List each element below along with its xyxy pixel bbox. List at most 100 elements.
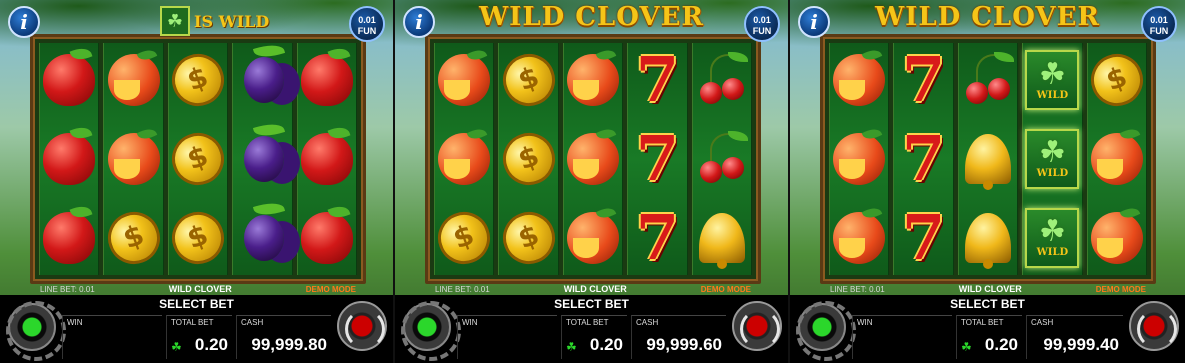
meters: WIN TOTAL BET ☘ 0.20 CASH 99,999.60 xyxy=(457,315,726,359)
clover-icon: ☘ xyxy=(1038,215,1066,249)
spin-button[interactable] xyxy=(337,301,387,351)
peach-symbol xyxy=(833,54,886,107)
coin-symbol: $ xyxy=(495,125,562,193)
settings-gear-button[interactable] xyxy=(401,301,461,361)
win-label: WIN xyxy=(67,318,83,327)
total-bet-value: 0.20 xyxy=(194,335,228,354)
reel-cell xyxy=(1088,122,1146,197)
cherry-fruit xyxy=(721,156,744,179)
peach-symbol xyxy=(1090,132,1143,185)
reel-5 xyxy=(691,43,752,275)
reel-cell: $ xyxy=(495,200,562,275)
select-bet-button[interactable]: SELECT BET xyxy=(0,297,393,311)
total-bet-label: TOTAL BET xyxy=(961,318,1004,327)
screenshot-strip: i 0.01 FUN ☘ IS WILD $ $ $ $ LINE BET: 0.01 WILD C… xyxy=(0,0,1185,363)
total-bet-meter[interactable]: TOTAL BET ☘ 0.20 xyxy=(561,315,627,359)
info-button[interactable]: i xyxy=(798,6,830,38)
reel-4: 777 xyxy=(627,43,688,275)
reel-cell: $ xyxy=(164,200,232,275)
reel-cell: 7 xyxy=(894,200,952,275)
reel-cell: $ xyxy=(164,122,232,197)
bell-symbol xyxy=(964,212,1011,269)
reel-cell: $ xyxy=(430,200,498,275)
fun-balance-badge[interactable]: 0.01 FUN xyxy=(744,6,780,42)
spin-button[interactable] xyxy=(1129,301,1179,351)
cherry-fruit xyxy=(965,82,988,105)
wild-label: WILD xyxy=(1036,247,1069,259)
settings-gear-button[interactable] xyxy=(6,301,66,361)
cash-label: CASH xyxy=(1031,318,1054,327)
reel-cell: $ xyxy=(495,43,562,118)
reels-grid: $ $ $ $7 7 7 xyxy=(430,43,752,275)
demo-mode-text: DEMO MODE xyxy=(700,284,751,294)
line-bet-text: LINE BET: 0.01 xyxy=(435,284,490,294)
total-bet-meter[interactable]: TOTAL BET ☘ 0.20 xyxy=(166,315,232,359)
coin-symbol: $ xyxy=(164,204,232,271)
apple-symbol xyxy=(43,54,96,107)
peach-symbol xyxy=(566,132,619,185)
line-bet-text: LINE BET: 0.01 xyxy=(830,284,885,294)
reel-cell xyxy=(104,122,162,197)
reel-cell xyxy=(435,122,493,197)
settings-gear-button[interactable] xyxy=(796,301,856,361)
info-button[interactable]: i xyxy=(403,6,435,38)
reel-5 xyxy=(296,43,357,275)
win-meter: WIN xyxy=(62,315,162,359)
reel-cell xyxy=(830,122,888,197)
reel-cell xyxy=(298,43,356,118)
apple-symbol xyxy=(300,132,353,185)
spin-button[interactable] xyxy=(732,301,782,351)
peach-symbol xyxy=(107,54,160,107)
fun-denomination: 0.01 xyxy=(753,15,771,25)
reel-cell: $ xyxy=(1083,43,1151,118)
control-bar: SELECT BET WIN TOTAL BET ☘ 0.20 CASH 99,999.40 xyxy=(790,295,1185,363)
apple-symbol xyxy=(43,132,96,185)
cash-value: 99,999.60 xyxy=(646,335,722,354)
game-logo: WILD CLOVER xyxy=(478,2,704,32)
cherry-fruit xyxy=(699,160,722,183)
reel-4: ☘ WILD ☘ WILD ☘ WILD xyxy=(1022,43,1083,275)
clover-icon: ☘ xyxy=(961,340,972,354)
demo-mode-text: DEMO MODE xyxy=(1095,284,1146,294)
peach-symbol xyxy=(438,54,491,107)
meters: WIN TOTAL BET ☘ 0.20 CASH 99,999.80 xyxy=(62,315,331,359)
reel-cell xyxy=(693,43,751,118)
clover-icon: ☘ xyxy=(566,340,577,354)
apple-symbol xyxy=(300,54,353,107)
reel-cell xyxy=(40,200,98,275)
reel-2: $ $ $ xyxy=(495,43,562,275)
fun-balance-badge[interactable]: 0.01 FUN xyxy=(1141,6,1177,42)
coin-symbol: $ xyxy=(430,204,498,271)
coin-symbol: $ xyxy=(1083,47,1151,114)
fun-balance-badge[interactable]: 0.01 FUN xyxy=(349,6,385,42)
info-button[interactable]: i xyxy=(8,6,40,38)
total-bet-label: TOTAL BET xyxy=(171,318,214,327)
reel-cell: 7 xyxy=(628,122,686,197)
cash-meter: CASH 99,999.80 xyxy=(236,315,331,359)
peach-symbol xyxy=(1090,211,1143,264)
game-panel-3: i 0.01 FUN WILD CLOVER 7 7 7 ☘ WILD ☘ WILD ☘ WILD $ LI… xyxy=(790,0,1185,363)
select-bet-button[interactable]: SELECT BET xyxy=(395,297,788,311)
cash-label: CASH xyxy=(241,318,264,327)
clover-symbol: ☘ WILD xyxy=(1025,50,1080,111)
win-meter: WIN xyxy=(457,315,557,359)
control-bar: SELECT BET WIN TOTAL BET ☘ 0.20 CASH 99,999.80 xyxy=(0,295,393,363)
reel-cell xyxy=(693,122,751,197)
win-meter: WIN xyxy=(852,315,952,359)
fun-denomination: 0.01 xyxy=(358,15,376,25)
win-label: WIN xyxy=(462,318,478,327)
cash-meter: CASH 99,999.40 xyxy=(1026,315,1123,359)
reel-cell xyxy=(40,43,98,118)
cherry-symbol xyxy=(696,130,748,185)
fun-currency: FUN xyxy=(357,26,377,36)
reel-cell xyxy=(564,43,622,118)
total-bet-meter[interactable]: TOTAL BET ☘ 0.20 xyxy=(956,315,1022,359)
reel-1: $ xyxy=(430,43,498,275)
select-bet-button[interactable]: SELECT BET xyxy=(790,297,1185,311)
reel-cell: $ xyxy=(164,43,232,118)
cherry-symbol xyxy=(962,52,1014,106)
reel-cell xyxy=(233,43,291,118)
seven-symbol: 7 xyxy=(635,200,679,274)
reel-cell xyxy=(959,200,1017,275)
coin-symbol: $ xyxy=(495,47,562,114)
